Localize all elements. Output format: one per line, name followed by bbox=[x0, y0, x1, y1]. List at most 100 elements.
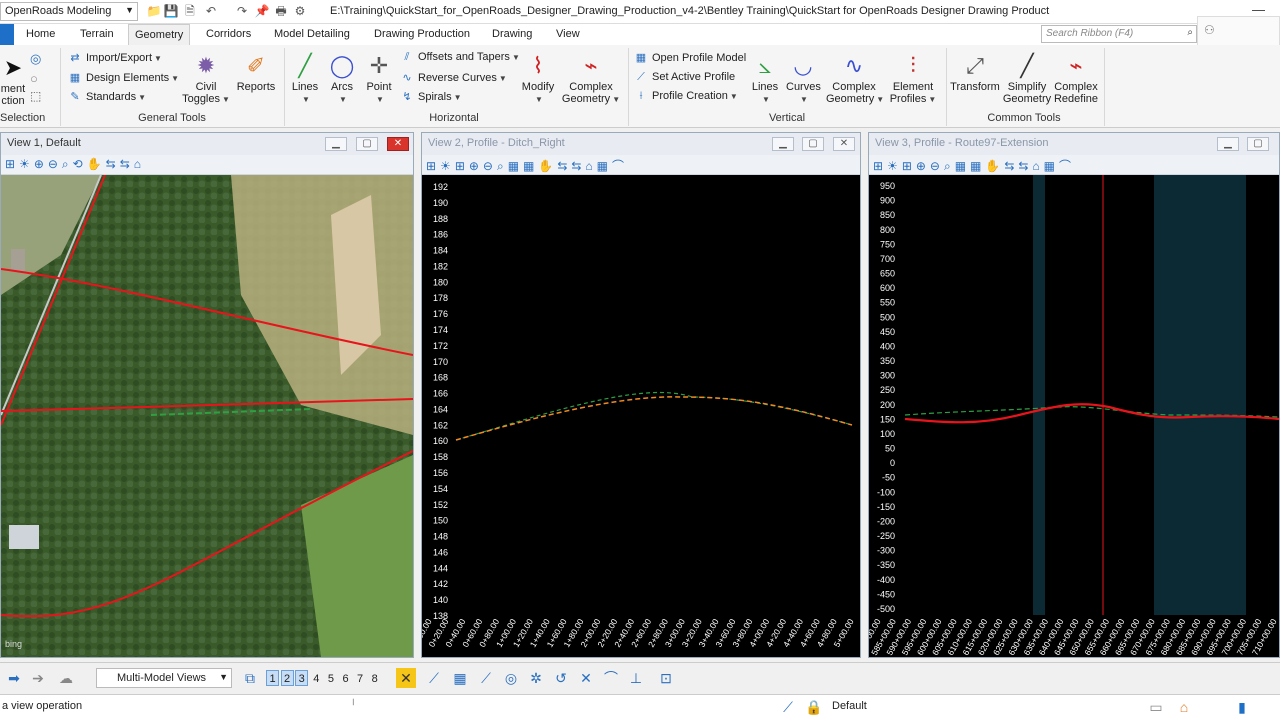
tab-drawing[interactable]: Drawing bbox=[486, 24, 538, 45]
minimize-button[interactable]: — bbox=[1252, 2, 1265, 17]
open-profile-model-button[interactable]: ▦ Open Profile Model bbox=[634, 51, 746, 64]
forward-icon[interactable]: ➔ bbox=[28, 668, 48, 688]
view-windows-icon[interactable]: ⧉ bbox=[240, 668, 260, 688]
play-icon[interactable]: ➡ bbox=[4, 668, 24, 688]
spirals-button[interactable]: ↯ Spirals ▼ bbox=[400, 90, 461, 103]
open-folder-icon[interactable]: 📁 bbox=[146, 3, 162, 19]
tab-view[interactable]: View bbox=[550, 24, 586, 45]
tab-corridors[interactable]: Corridors bbox=[200, 24, 257, 45]
offsets-tapers-label: Offsets and Tapers bbox=[418, 51, 510, 63]
save-all-icon[interactable]: 🗎 bbox=[182, 3, 198, 19]
tab-terrain[interactable]: Terrain bbox=[74, 24, 120, 45]
view-1-canvas[interactable]: bing bbox=[1, 175, 413, 657]
tab-home[interactable]: Home bbox=[20, 24, 61, 45]
user-icon[interactable]: ⚇ bbox=[1204, 23, 1215, 37]
snap-line-icon[interactable]: ⟋ bbox=[424, 668, 444, 688]
search-input[interactable]: Search Ribbon (F4) ⌕ bbox=[1041, 25, 1197, 43]
save-icon[interactable]: 💾 bbox=[163, 3, 179, 19]
view-7-button[interactable]: 7 bbox=[354, 670, 367, 686]
home-icon[interactable]: ⌂ bbox=[1174, 697, 1194, 717]
modify-button[interactable]: ⌇ Modify ▼ bbox=[518, 51, 558, 106]
vertical-complex-geometry-button[interactable]: ∿ Complex Geometry ▼ bbox=[826, 51, 884, 106]
y-tick-label: 150 bbox=[433, 516, 448, 526]
view-6-button[interactable]: 6 bbox=[339, 670, 352, 686]
design-elements-button[interactable]: ▦ Design Elements ▼ bbox=[68, 71, 179, 84]
view-maximize-button[interactable]: ▢ bbox=[1247, 137, 1269, 151]
snap-parallel-icon[interactable]: ⊥ bbox=[626, 668, 646, 688]
view-1-window[interactable]: View 1, Default ▁ ▢ ✕ ⊞☀⊕⊖⌕⟲✋⇆⇆⌂ bing bbox=[0, 132, 414, 658]
complex-geometry-button[interactable]: ⌁ Complex Geometry ▼ bbox=[560, 51, 622, 106]
view-minimize-button[interactable]: ▁ bbox=[772, 137, 794, 151]
horizontal-lines-button[interactable]: ╱ Lines ▼ bbox=[288, 51, 322, 106]
offsets-tapers-button[interactable]: ⫽ Offsets and Tapers ▼ bbox=[400, 51, 520, 64]
tab-model-detailing[interactable]: Model Detailing bbox=[268, 24, 356, 45]
view-3-canvas[interactable]: 9509008508007507006506005505004504003503… bbox=[869, 175, 1279, 657]
chevron-down-icon: ▼ bbox=[928, 95, 937, 104]
view-close-button[interactable]: ✕ bbox=[833, 137, 855, 151]
complex-redefine-button[interactable]: ⌁ Complex Redefine bbox=[1052, 51, 1100, 105]
view-1-toolbar[interactable]: ⊞☀⊕⊖⌕⟲✋⇆⇆⌂ bbox=[1, 155, 413, 175]
tab-geometry[interactable]: Geometry bbox=[128, 24, 191, 45]
view-groups-select[interactable]: Multi-Model Views ▼ bbox=[96, 668, 232, 688]
cloud-icon[interactable]: ☁ bbox=[56, 668, 76, 688]
undo-icon[interactable]: ↶ bbox=[203, 3, 219, 19]
view-2-canvas[interactable]: 192 190 188 186 184 182 180 178 176 174 172 170 168 1… bbox=[422, 175, 860, 657]
point-button[interactable]: ✛ Point ▼ bbox=[362, 51, 396, 106]
civil-toggles-button[interactable]: ✹ Civil Toggles ▼ bbox=[182, 51, 230, 106]
snap-perpendicular-icon[interactable]: ⌒ bbox=[601, 668, 621, 688]
view-2-toolbar[interactable]: ⊞☀⊞⊕⊖⌕▦▦✋⇆⇆⌂▦⌒ bbox=[422, 155, 860, 175]
view-1-button[interactable]: 1 bbox=[266, 670, 279, 686]
draw-icon[interactable]: ⟋ bbox=[778, 697, 798, 717]
select-target-icon[interactable]: ◎ bbox=[30, 51, 41, 67]
view-8-button[interactable]: 8 bbox=[368, 670, 381, 686]
snap-settings-icon[interactable]: ⊡ bbox=[656, 668, 676, 688]
lock-icon[interactable]: 🔒 bbox=[804, 697, 824, 717]
tab-drawing-production[interactable]: Drawing Production bbox=[368, 24, 476, 45]
pin-icon[interactable]: 📌 bbox=[254, 3, 270, 19]
snap-origin-icon[interactable]: ✲ bbox=[526, 668, 546, 688]
view-4-button[interactable]: 4 bbox=[310, 670, 323, 686]
element-profiles-button[interactable]: ⫶ Element Profiles ▼ bbox=[886, 51, 940, 106]
message-center-icon[interactable]: ▭ bbox=[1146, 697, 1166, 717]
import-export-button[interactable]: ⇄ Import/Export ▼ bbox=[68, 51, 162, 64]
view-3-toolbar[interactable]: ⊞☀⊞⊕⊖⌕▦▦✋⇆⇆⌂▦⌒ bbox=[869, 155, 1279, 175]
view-maximize-button[interactable]: ▢ bbox=[356, 137, 378, 151]
snap-center-icon[interactable]: ◎ bbox=[501, 668, 521, 688]
set-active-profile-button[interactable]: ⟋ Set Active Profile bbox=[634, 71, 735, 84]
customize-icon[interactable]: ⚙ bbox=[292, 3, 308, 19]
file-tab[interactable] bbox=[0, 24, 14, 45]
simplify-geometry-button[interactable]: ╱ Simplify Geometry bbox=[1002, 51, 1052, 105]
transform-button[interactable]: ⤢ Transform bbox=[950, 51, 1000, 93]
y-tick-label: -150 bbox=[877, 502, 895, 512]
view-2-button[interactable]: 2 bbox=[280, 670, 294, 686]
select-circle-icon[interactable]: ○ bbox=[30, 71, 38, 86]
print-icon[interactable]: 🖶 bbox=[273, 3, 289, 19]
view-3-window[interactable]: View 3, Profile - Route97-Extension ▁ ▢ … bbox=[868, 132, 1280, 658]
vertical-curves-button[interactable]: ◡ Curves ▼ bbox=[786, 51, 821, 106]
element-selection-button[interactable]: ➤ ment ction bbox=[0, 53, 26, 107]
standards-button[interactable]: ✎ Standards ▼ bbox=[68, 90, 146, 103]
reports-button[interactable]: ✐ Reports bbox=[234, 51, 278, 93]
workflow-select[interactable]: OpenRoads Modeling ▼ bbox=[0, 2, 138, 21]
snap-grid-icon[interactable]: ▦ bbox=[450, 668, 470, 688]
view-3-button[interactable]: 3 bbox=[295, 670, 309, 686]
view-close-button[interactable]: ✕ bbox=[387, 137, 409, 151]
reverse-curves-button[interactable]: ∿ Reverse Curves ▼ bbox=[400, 71, 506, 84]
view-5-button[interactable]: 5 bbox=[324, 670, 337, 686]
redo-icon[interactable]: ↷ bbox=[234, 3, 250, 19]
model-icon[interactable]: ▮ bbox=[1232, 697, 1252, 717]
view-minimize-button[interactable]: ▁ bbox=[1217, 137, 1239, 151]
profile-creation-button[interactable]: ⟊ Profile Creation ▼ bbox=[634, 90, 738, 103]
select-box-icon[interactable]: ⬚ bbox=[30, 89, 41, 103]
snap-tangent-icon[interactable]: ⟋ bbox=[476, 668, 496, 688]
view-maximize-button[interactable]: ▢ bbox=[802, 137, 824, 151]
view-minimize-button[interactable]: ▁ bbox=[325, 137, 347, 151]
chevron-down-icon: ▼ bbox=[222, 95, 230, 104]
snap-arc-icon[interactable]: ↺ bbox=[551, 668, 571, 688]
cancel-x-icon[interactable]: ✕ bbox=[396, 668, 416, 688]
vertical-lines-button[interactable]: ⦣ Lines ▼ bbox=[748, 51, 782, 106]
arcs-button[interactable]: ◯ Arcs ▼ bbox=[326, 51, 358, 106]
snap-intersection-icon[interactable]: ✕ bbox=[576, 668, 596, 688]
view-2-window[interactable]: View 2, Profile - Ditch_Right ▁ ▢ ✕ ⊞☀⊞⊕… bbox=[421, 132, 861, 658]
chevron-down-icon: ▼ bbox=[729, 92, 738, 101]
